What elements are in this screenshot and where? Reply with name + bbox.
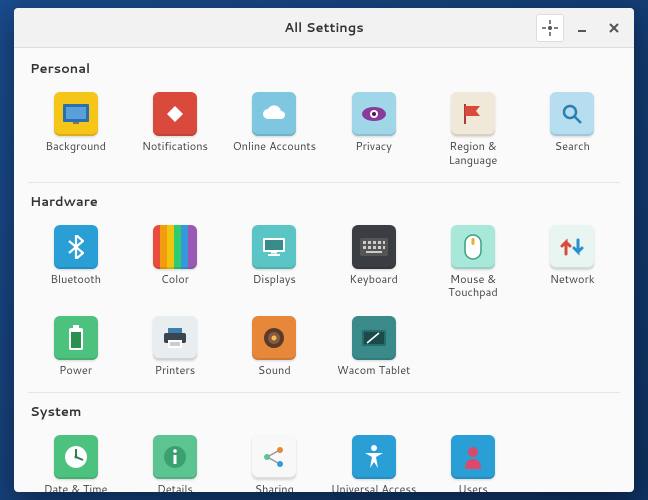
- close-icon: [608, 22, 620, 34]
- privacy-icon: [352, 92, 396, 136]
- network-icon: [550, 225, 594, 269]
- titlebar: All Settings: [14, 8, 634, 48]
- item-region-language[interactable]: Region & Language: [425, 86, 520, 174]
- section-title-system: System: [28, 403, 620, 421]
- minimize-icon: [576, 22, 588, 34]
- item-label: Privacy: [355, 140, 391, 154]
- window-title: All Settings: [284, 19, 363, 37]
- item-privacy[interactable]: Privacy: [326, 86, 421, 174]
- item-label: Universal Access: [331, 483, 416, 492]
- item-label: Displays: [253, 273, 296, 287]
- item-universal-access[interactable]: Universal Access: [326, 429, 421, 492]
- keyboard-icon: [352, 225, 396, 269]
- sound-icon: [252, 316, 296, 360]
- item-label: Users: [458, 483, 488, 492]
- item-printers[interactable]: Printers: [127, 310, 222, 384]
- printers-icon: [153, 316, 197, 360]
- item-online-accounts[interactable]: Online Accounts: [227, 86, 322, 174]
- item-label: Date & Time: [44, 483, 108, 492]
- hardware-grid: Bluetooth Color Displays Keyboar: [28, 219, 620, 384]
- section-personal: Personal Background Notifications: [28, 50, 620, 174]
- item-label: Wacom Tablet: [337, 364, 410, 378]
- item-network[interactable]: Network: [525, 219, 620, 307]
- section-title-personal: Personal: [28, 60, 620, 78]
- item-label: Keyboard: [349, 273, 398, 287]
- item-label: Online Accounts: [233, 140, 316, 154]
- displays-icon: [252, 225, 296, 269]
- titlebar-controls: [536, 14, 628, 42]
- details-icon: [153, 435, 197, 479]
- sharing-icon: [252, 435, 296, 479]
- item-keyboard[interactable]: Keyboard: [326, 219, 421, 307]
- region-language-icon: [451, 92, 495, 136]
- item-sound[interactable]: Sound: [227, 310, 322, 384]
- section-hardware: Hardware Bluetooth Color Displays: [28, 182, 620, 384]
- item-notifications[interactable]: Notifications: [127, 86, 222, 174]
- item-date-time[interactable]: Date & Time: [28, 429, 123, 492]
- item-label: Bluetooth: [50, 273, 101, 287]
- item-color[interactable]: Color: [127, 219, 222, 307]
- personal-grid: Background Notifications Online Accounts: [28, 86, 620, 174]
- item-power[interactable]: Power: [28, 310, 123, 384]
- search-icon: [550, 92, 594, 136]
- date-time-icon: [54, 435, 98, 479]
- item-label: Network: [550, 273, 595, 287]
- item-label: Search: [555, 140, 590, 154]
- item-label: Color: [161, 273, 189, 287]
- item-label: Background: [45, 140, 106, 154]
- item-label: Mouse & Touchpad: [429, 273, 517, 301]
- item-label: Printers: [155, 364, 195, 378]
- notifications-icon: [153, 92, 197, 136]
- item-details[interactable]: Details: [127, 429, 222, 492]
- bluetooth-icon: [54, 225, 98, 269]
- content-area: Personal Background Notifications: [14, 48, 634, 492]
- section-title-hardware: Hardware: [28, 193, 620, 211]
- locate-icon: [542, 20, 558, 36]
- universal-access-icon: [352, 435, 396, 479]
- item-users[interactable]: Users: [425, 429, 520, 492]
- settings-window: All Settings Personal Background: [14, 8, 634, 492]
- item-sharing[interactable]: Sharing: [227, 429, 322, 492]
- users-icon: [451, 435, 495, 479]
- wacom-icon: [352, 316, 396, 360]
- system-grid: Date & Time Details Sharing: [28, 429, 620, 492]
- item-mouse-touchpad[interactable]: Mouse & Touchpad: [425, 219, 520, 307]
- item-background[interactable]: Background: [28, 86, 123, 174]
- item-wacom-tablet[interactable]: Wacom Tablet: [326, 310, 421, 384]
- item-bluetooth[interactable]: Bluetooth: [28, 219, 123, 307]
- online-accounts-icon: [252, 92, 296, 136]
- item-label: Region & Language: [429, 140, 517, 168]
- item-displays[interactable]: Displays: [227, 219, 322, 307]
- locate-button[interactable]: [536, 14, 564, 42]
- section-system: System Date & Time Details: [28, 392, 620, 492]
- close-button[interactable]: [600, 14, 628, 42]
- color-icon: [153, 225, 197, 269]
- background-icon: [54, 92, 98, 136]
- mouse-icon: [451, 225, 495, 269]
- item-label: Sound: [258, 364, 291, 378]
- item-search[interactable]: Search: [525, 86, 620, 174]
- power-icon: [54, 316, 98, 360]
- item-label: Notifications: [142, 140, 208, 154]
- item-label: Sharing: [255, 483, 294, 492]
- minimize-button[interactable]: [568, 14, 596, 42]
- item-label: Details: [157, 483, 193, 492]
- item-label: Power: [59, 364, 92, 378]
